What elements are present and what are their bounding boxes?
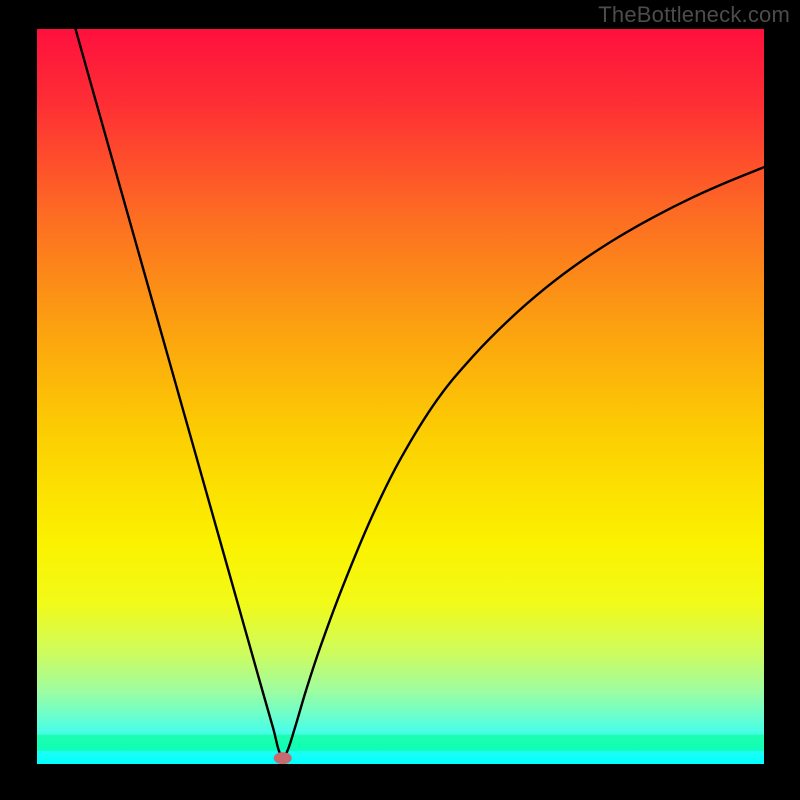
green-band	[37, 735, 764, 751]
watermark: TheBottleneck.com	[598, 2, 790, 28]
chart-container: TheBottleneck.com	[0, 0, 800, 800]
plot-area	[37, 29, 764, 764]
bottleneck-chart	[0, 0, 800, 800]
marker-dot	[274, 752, 292, 764]
